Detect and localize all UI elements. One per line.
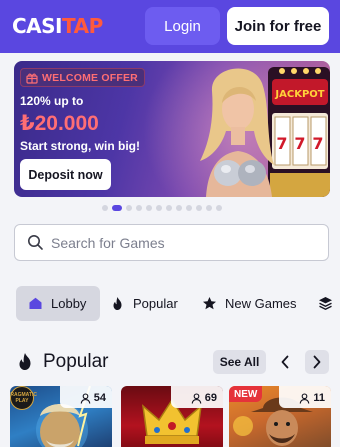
home-icon — [29, 297, 42, 309]
players-count-chip: 69 — [191, 390, 217, 406]
chevron-right-icon — [313, 355, 321, 369]
game-card[interactable]: 69 — [121, 386, 223, 447]
casitap-logo[interactable]: CASITAP — [12, 13, 103, 39]
login-button[interactable]: Login — [145, 7, 220, 45]
jackpot-sign-text: JACKPOT — [274, 89, 324, 100]
offer-tagline: Start strong, win big! — [20, 139, 140, 153]
offer-amount: ₺20.000 — [20, 112, 99, 135]
svg-text:7: 7 — [294, 134, 305, 153]
search-bar[interactable] — [14, 224, 329, 261]
previous-games-button[interactable] — [273, 350, 297, 374]
tab-lobby-label: Lobby — [51, 296, 87, 311]
user-icon — [191, 392, 202, 404]
promo-model-illustration — [200, 68, 274, 197]
tab-popular-label: Popular — [133, 296, 178, 311]
tab-more-categories[interactable] — [318, 286, 340, 321]
welcome-offer-banner[interactable]: 7 7 7 JACKPOT WELCOME OFFER 120% up to ₺… — [14, 61, 330, 197]
join-button[interactable]: Join for free — [227, 7, 329, 45]
next-games-button[interactable] — [305, 350, 329, 374]
top-header: CASITAP Login Join for free — [0, 0, 340, 53]
carousel-dot[interactable] — [126, 205, 132, 211]
carousel-dot[interactable] — [156, 205, 162, 211]
carousel-dot[interactable] — [136, 205, 142, 211]
category-tabs: Lobby Popular New Games — [14, 284, 340, 324]
popular-section-title: Popular — [43, 351, 109, 372]
carousel-pagination — [102, 205, 222, 211]
welcome-offer-label: WELCOME OFFER — [42, 71, 138, 84]
carousel-dot[interactable] — [186, 205, 192, 211]
tab-new-games[interactable]: New Games — [202, 286, 312, 321]
provider-logo: PRAGMATIC PLAY — [10, 386, 37, 410]
user-icon — [300, 392, 310, 404]
players-count-chip: 54 — [80, 390, 106, 406]
game-card[interactable]: NEW 11 — [229, 386, 331, 447]
svg-text:7: 7 — [312, 134, 323, 153]
deposit-now-button[interactable]: Deposit now — [20, 159, 111, 190]
carousel-dot[interactable] — [146, 205, 152, 211]
welcome-offer-badge: WELCOME OFFER — [20, 68, 145, 87]
carousel-dot[interactable] — [196, 205, 202, 211]
layers-icon — [319, 297, 332, 310]
carousel-dot[interactable] — [216, 205, 222, 211]
tab-popular[interactable]: Popular — [110, 286, 190, 321]
flame-icon — [113, 297, 122, 310]
carousel-dot[interactable] — [166, 205, 172, 211]
logo-text-accent: TAP — [62, 14, 103, 38]
carousel-dot[interactable] — [176, 205, 182, 211]
slot-machine-illustration: 7 7 7 — [268, 67, 330, 197]
tab-lobby[interactable]: Lobby — [16, 286, 100, 321]
chevron-left-icon — [281, 355, 289, 369]
carousel-dot[interactable] — [112, 205, 122, 211]
players-count: 11 — [313, 392, 325, 404]
see-all-button[interactable]: See All — [213, 350, 266, 374]
search-icon — [28, 235, 43, 250]
offer-percentage-text: 120% up to — [20, 94, 84, 108]
user-icon — [80, 392, 91, 404]
game-card[interactable]: PRAGMATIC PLAY 54 — [10, 386, 112, 447]
gift-icon — [26, 73, 38, 84]
svg-text:7: 7 — [276, 134, 287, 153]
carousel-dot[interactable] — [206, 205, 212, 211]
banner-illustration: 7 7 7 JACKPOT — [200, 67, 330, 197]
star-icon — [203, 297, 216, 310]
players-count: 54 — [93, 392, 106, 404]
search-games-input[interactable] — [51, 231, 321, 255]
tab-new-games-label: New Games — [225, 296, 297, 311]
logo-text-main: CASI — [12, 14, 63, 38]
players-count-chip: 11 — [299, 390, 325, 406]
carousel-dot[interactable] — [102, 205, 108, 211]
new-game-badge: NEW — [229, 386, 263, 402]
popular-flame-icon — [19, 353, 31, 370]
players-count: 69 — [204, 392, 217, 404]
